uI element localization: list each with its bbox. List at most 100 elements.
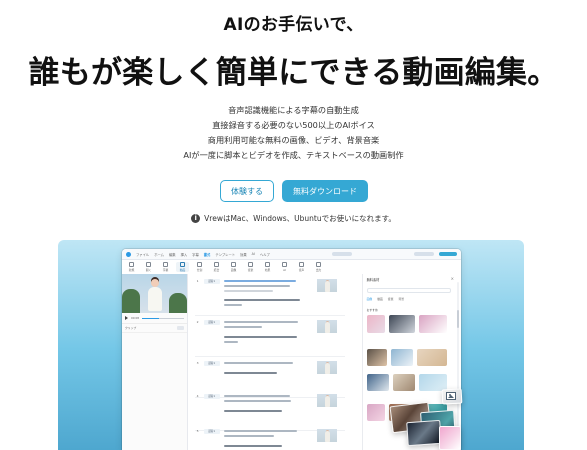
media-thumbnail <box>418 315 447 333</box>
toolbar-tool: 結合 <box>210 262 223 272</box>
tool-icon <box>282 262 287 267</box>
speaker-tag: 話者1 <box>203 361 220 366</box>
tool-icon <box>299 262 304 267</box>
script-line <box>223 430 297 432</box>
feature-item: 音声認識機能による字幕の自動生成 <box>228 105 359 115</box>
toolbar-tool: 効果 <box>261 262 274 272</box>
thumbnail-person <box>324 322 330 333</box>
menu-item: 編集 <box>168 252 176 257</box>
clip-thumbnail <box>316 361 337 374</box>
timecode: 00:08 <box>131 316 140 320</box>
toolbar-tool-active: 動画 <box>176 262 189 272</box>
media-tab-active: 画像 <box>366 297 373 301</box>
media-thumbnail <box>390 349 413 366</box>
speaker-tag: 話者1 <box>203 429 220 434</box>
media-tab: 背景 <box>398 297 405 301</box>
tool-icon <box>197 262 202 267</box>
script-line <box>223 321 298 323</box>
media-search-box <box>366 288 451 293</box>
platform-note: i VrewはMac、Windows、Ubuntuでお使いになれます。 <box>0 213 587 224</box>
script-line <box>223 290 273 292</box>
app-showcase: ファイル ホーム 編集 挿入 字幕 書式 テンプレート 効果 AI ヘルプ 新規… <box>58 240 524 450</box>
tool-icon <box>231 262 236 267</box>
tool-icon <box>265 262 270 267</box>
menu-pill <box>413 252 434 256</box>
script-line <box>223 395 290 397</box>
clip-thumbnail <box>316 394 337 407</box>
scroll-thumb <box>457 310 459 328</box>
panel-title: 無料素材 <box>366 278 380 282</box>
info-icon: i <box>191 214 201 223</box>
media-thumbnail <box>366 315 385 333</box>
media-thumbnail <box>392 374 415 391</box>
script-line <box>223 336 297 338</box>
toolbar-tool: 音楽 <box>244 262 257 272</box>
script-text-block <box>223 428 310 450</box>
script-editor: 1 話者1 2 話者1 3 話者1 4 話者1 5 話者1 <box>187 274 363 450</box>
presenter-figure <box>145 279 165 313</box>
presenter-body <box>148 287 162 311</box>
thumbnail-person <box>324 363 330 374</box>
tool-icon <box>248 262 253 267</box>
menu-item: 字幕 <box>192 252 199 257</box>
background-tree <box>122 289 140 313</box>
row-number: 4 <box>196 394 199 398</box>
script-text-block <box>223 360 310 394</box>
feature-item: 直接録音する必要のない500以上のAIボイス <box>212 120 375 130</box>
hero-subtitle: AIのお手伝いで、 <box>223 15 364 35</box>
script-line <box>223 341 238 343</box>
speaker-tag: 話者1 <box>203 320 220 325</box>
script-row: 4 話者1 <box>194 391 345 431</box>
toolbar-tool: AI <box>278 262 291 272</box>
tool-icon <box>316 262 321 267</box>
floating-media-card <box>439 426 461 450</box>
media-tab: 音楽 <box>387 297 394 301</box>
feature-item: AIが一度に脚本とビデオを作成、テキストベースの動画制作 <box>183 150 404 160</box>
feature-list: 音声認識機能による字幕の自動生成 直接録音する必要のない500以上のAIボイス … <box>0 103 587 163</box>
preview-label: クリップ <box>122 324 187 333</box>
media-thumbnail <box>366 374 389 391</box>
script-text-block <box>223 319 310 353</box>
progress-track <box>142 317 184 319</box>
landing-hero: AIのお手伝いで、 誰もが楽しく簡単にできる動画編集。 音声認識機能による字幕の… <box>0 0 587 450</box>
script-row: 1 話者1 <box>194 276 345 316</box>
clip-thumbnail <box>316 320 337 333</box>
download-button[interactable]: 無料ダウンロード <box>282 180 368 202</box>
thumbnail-person <box>324 281 330 292</box>
clip-thumbnail <box>316 429 337 442</box>
scroll-rail <box>457 282 459 427</box>
script-row: 5 話者1 <box>195 426 345 450</box>
platform-note-text: VrewはMac、Windows、Ubuntuでお使いになれます。 <box>204 214 396 223</box>
script-row: 2 話者1 <box>194 317 345 357</box>
menu-pill-blue <box>438 252 457 256</box>
tool-icon <box>129 262 134 267</box>
preview-pane: 00:08 クリップ <box>122 274 188 450</box>
media-thumbnail <box>366 404 385 421</box>
try-button[interactable]: 体験する <box>220 180 274 202</box>
script-line <box>223 362 293 364</box>
menu-item: AI <box>251 252 255 256</box>
media-thumbnail <box>418 374 447 391</box>
playback-controls: 00:08 <box>122 313 187 324</box>
row-number: 3 <box>196 361 199 365</box>
script-line <box>223 400 291 402</box>
thumbnail-person <box>324 431 330 442</box>
tool-icon <box>163 262 168 267</box>
presenter-head <box>151 279 159 287</box>
tool-icon <box>146 262 151 267</box>
media-section-label: おすすめ <box>366 308 378 312</box>
script-line <box>223 445 282 447</box>
menu-item: ファイル <box>136 252 150 257</box>
speaker-tag: 話者1 <box>203 394 220 399</box>
tool-icon <box>214 262 219 267</box>
toolbar-tool: 出力 <box>312 262 325 272</box>
media-thumbnail <box>416 349 447 366</box>
floating-media-card <box>406 419 442 447</box>
row-number: 2 <box>196 320 199 324</box>
cta-buttons: 体験する 無料ダウンロード <box>220 180 368 202</box>
hero-title: 誰もが楽しく簡単にできる動画編集。 <box>28 55 559 91</box>
script-line <box>223 299 300 301</box>
play-icon <box>125 316 128 320</box>
clip-thumbnail <box>316 279 337 292</box>
menu-pill <box>331 252 352 256</box>
